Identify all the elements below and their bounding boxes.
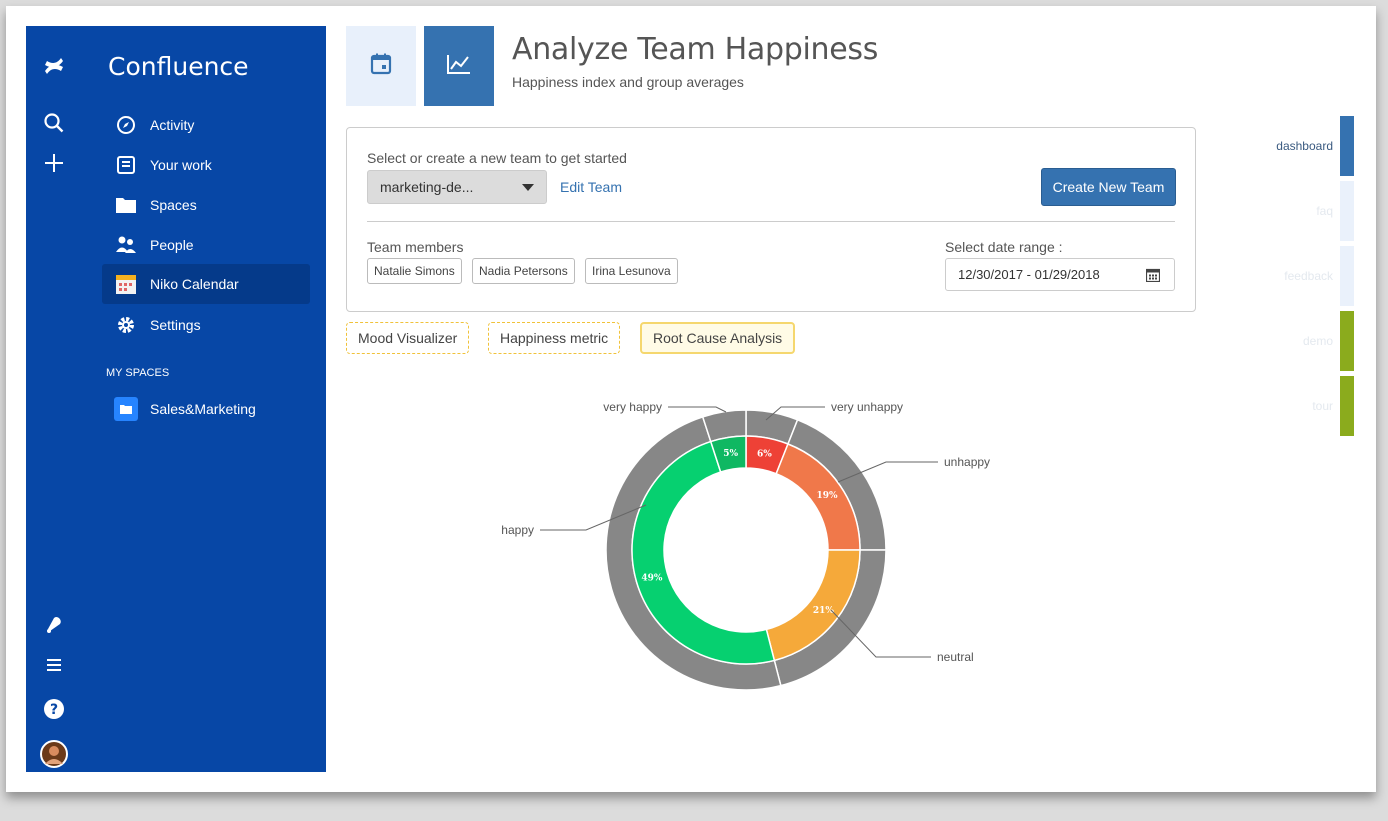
slice-value-label: 19% xyxy=(817,491,839,501)
tab-root-cause-analysis[interactable]: Root Cause Analysis xyxy=(640,322,796,354)
divider xyxy=(367,221,1175,222)
sidebar-item-people[interactable]: People xyxy=(102,225,310,265)
team-settings-card: Select or create a new team to get start… xyxy=(346,127,1196,312)
compass-icon xyxy=(102,115,150,135)
slice-value-label: 49% xyxy=(641,573,663,583)
slice-value-label: 6% xyxy=(757,450,772,460)
help-icon[interactable]: ? xyxy=(26,698,82,725)
space-icon xyxy=(102,397,150,421)
app-title: Confluence xyxy=(108,52,249,81)
team-select[interactable]: marketing-de... xyxy=(367,170,547,204)
sidebar-item-label: Activity xyxy=(150,117,195,133)
right-nav-tour-tab[interactable] xyxy=(1340,376,1354,436)
right-nav-faq-tab[interactable] xyxy=(1340,181,1354,241)
calendar-view-button[interactable] xyxy=(346,26,416,106)
team-members-label: Team members xyxy=(367,239,464,255)
create-new-team-button[interactable]: Create New Team xyxy=(1041,168,1176,206)
calendar-app-icon xyxy=(102,273,150,295)
sidebar-item-label: Spaces xyxy=(150,197,197,213)
confluence-logo-icon[interactable] xyxy=(26,54,82,83)
folder-icon xyxy=(102,195,150,215)
analytics-view-button[interactable] xyxy=(424,26,494,106)
global-rail: ? xyxy=(26,26,96,772)
category-label: very happy xyxy=(603,400,662,414)
sidebar-item-activity[interactable]: Activity xyxy=(102,105,310,145)
sidebar-item-label: People xyxy=(150,237,194,253)
right-nav-feedback-tab[interactable] xyxy=(1340,246,1354,306)
member-chip[interactable]: Nadia Petersons xyxy=(472,258,575,284)
notifications-icon[interactable] xyxy=(26,615,82,640)
category-label: very unhappy xyxy=(831,400,903,414)
page-subtitle: Happiness index and group averages xyxy=(512,74,744,90)
right-nav-demo-tab[interactable] xyxy=(1340,311,1354,371)
create-plus-icon[interactable] xyxy=(26,152,82,179)
menu-icon[interactable] xyxy=(26,656,82,679)
team-select-value: marketing-de... xyxy=(380,179,474,195)
edit-team-link[interactable]: Edit Team xyxy=(560,179,622,195)
right-nav-feedback-label[interactable]: feedback xyxy=(1213,269,1333,283)
slice-value-label: 21% xyxy=(813,606,835,616)
right-nav-tour-label[interactable]: tour xyxy=(1213,399,1333,413)
sidebar-item-spaces[interactable]: Spaces xyxy=(102,185,310,225)
sidebar-item-settings[interactable]: Settings xyxy=(102,305,310,345)
sidebar-item-sales-marketing[interactable]: Sales&Marketing xyxy=(102,389,310,429)
document-icon xyxy=(102,155,150,175)
right-nav-dashboard-label[interactable]: dashboard xyxy=(1213,139,1333,153)
calendar-icon xyxy=(1145,268,1161,285)
svg-text:?: ? xyxy=(50,702,58,718)
category-label: unhappy xyxy=(944,455,990,469)
right-nav-demo-label[interactable]: demo xyxy=(1213,334,1333,348)
sidebar-item-label: Sales&Marketing xyxy=(150,401,256,417)
sidebar-item-label: Niko Calendar xyxy=(150,276,239,292)
chevron-down-icon xyxy=(522,184,534,191)
date-range-input[interactable]: 12/30/2017 - 01/29/2018 xyxy=(945,258,1175,291)
sidebar-item-your-work[interactable]: Your work xyxy=(102,145,310,185)
people-icon xyxy=(102,235,150,255)
sidebar: Confluence Activity Your work Spaces Peo… xyxy=(96,26,326,772)
right-nav-dashboard-tab[interactable] xyxy=(1340,116,1354,176)
sidebar-item-label: Settings xyxy=(150,317,201,333)
slice-value-label: 5% xyxy=(723,449,738,459)
member-chip[interactable]: Natalie Simons xyxy=(367,258,462,284)
calendar-icon xyxy=(369,52,393,81)
category-label: happy xyxy=(501,523,534,537)
line-chart-icon xyxy=(445,52,473,81)
team-select-label: Select or create a new team to get start… xyxy=(367,150,627,166)
date-range-label: Select date range : xyxy=(945,239,1063,255)
mood-donut-chart: 6% 19% 21% 49% 5% very unhappy unhappy neutral h… xyxy=(501,400,990,691)
user-avatar-icon[interactable] xyxy=(26,740,82,773)
sidebar-item-label: Your work xyxy=(150,157,212,173)
leader-line xyxy=(668,406,727,413)
search-icon[interactable] xyxy=(26,112,82,139)
date-range-value: 12/30/2017 - 01/29/2018 xyxy=(958,267,1100,282)
tab-mood-visualizer[interactable]: Mood Visualizer xyxy=(346,322,470,354)
my-spaces-heading: MY SPACES xyxy=(106,367,170,379)
member-chip[interactable]: Irina Lesunova xyxy=(585,258,678,284)
tab-happiness-metric[interactable]: Happiness metric xyxy=(488,322,621,354)
page-title: Analyze Team Happiness xyxy=(512,32,879,67)
gear-icon xyxy=(102,315,150,335)
category-label: neutral xyxy=(937,650,974,664)
sidebar-item-niko-calendar[interactable]: Niko Calendar xyxy=(102,264,310,304)
right-nav-faq-label[interactable]: faq xyxy=(1213,204,1333,218)
